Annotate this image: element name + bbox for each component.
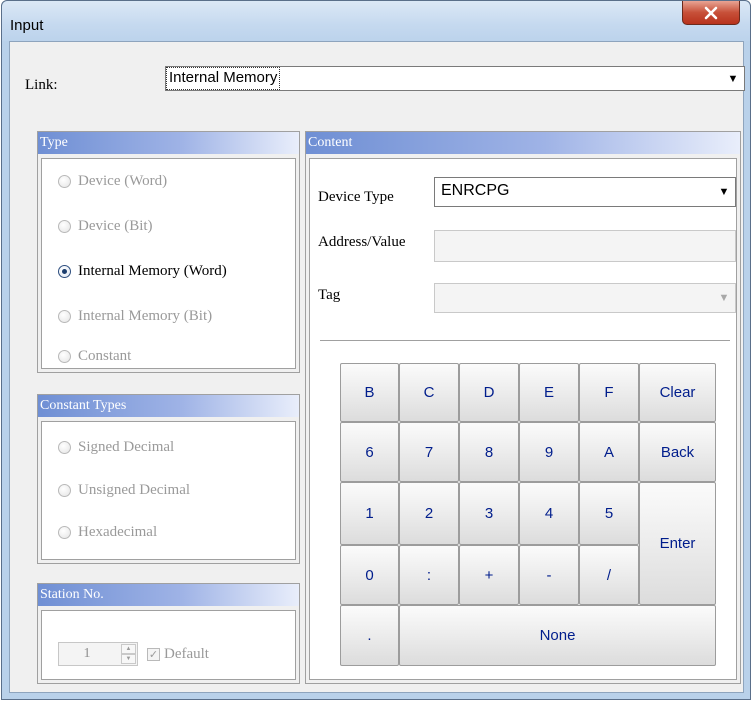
radio-label: Internal Memory (Bit) <box>78 307 213 324</box>
key-dot[interactable]: . <box>340 605 399 666</box>
content-body: Device Type ENRCPG ▼ Address/Value Tag ▼… <box>309 158 737 680</box>
tag-label: Tag <box>318 287 341 303</box>
key-4[interactable]: 4 <box>519 482 579 545</box>
clear-button[interactable]: Clear <box>639 363 716 422</box>
chevron-down-icon: ▼ <box>718 292 730 304</box>
close-button[interactable] <box>682 1 740 25</box>
radio-button <box>58 440 71 454</box>
key-b[interactable]: B <box>340 363 399 422</box>
none-button[interactable]: None <box>399 605 716 666</box>
address-value-label: Address/Value <box>318 234 406 250</box>
keypad-separator <box>320 340 730 341</box>
key-slash[interactable]: / <box>579 545 639 605</box>
link-select[interactable]: Internal Memory ▼ <box>165 66 745 91</box>
key-minus[interactable]: - <box>519 545 579 605</box>
type-group: Type Device (Word) Device (Bit) Internal… <box>37 131 300 373</box>
radio-button-selected <box>58 264 71 278</box>
link-value: Internal Memory <box>165 67 281 90</box>
station-value: 1 <box>83 646 91 661</box>
spin-up-icon[interactable]: ▲ <box>121 644 136 654</box>
radio-button <box>58 349 71 363</box>
content-group: Content Device Type ENRCPG ▼ Address/Val… <box>305 131 741 684</box>
link-label: Link: <box>25 77 58 93</box>
key-c[interactable]: C <box>399 363 459 422</box>
key-6[interactable]: 6 <box>340 422 399 482</box>
station-body: 1 ▲ ▼ ✓ Default <box>41 610 296 680</box>
default-label: Default <box>164 646 209 662</box>
device-type-value: ENRCPG <box>441 182 510 199</box>
radio-signed-decimal[interactable]: Signed Decimal <box>58 437 174 457</box>
key-8[interactable]: 8 <box>459 422 519 482</box>
device-type-select[interactable]: ENRCPG ▼ <box>434 177 736 207</box>
key-colon[interactable]: : <box>399 545 459 605</box>
type-group-body: Device (Word) Device (Bit) Internal Memo… <box>41 158 296 369</box>
radio-device-bit[interactable]: Device (Bit) <box>58 216 153 236</box>
key-a[interactable]: A <box>579 422 639 482</box>
key-d[interactable]: D <box>459 363 519 422</box>
radio-button <box>58 219 71 233</box>
default-checkbox[interactable]: ✓ Default <box>147 646 209 663</box>
radio-device-word[interactable]: Device (Word) <box>58 171 167 191</box>
type-group-header: Type <box>38 132 299 154</box>
enter-button[interactable]: Enter <box>639 482 716 605</box>
radio-label: Signed Decimal <box>78 438 175 455</box>
spin-down-icon[interactable]: ▼ <box>121 654 136 664</box>
key-1[interactable]: 1 <box>340 482 399 545</box>
radio-button <box>58 309 71 323</box>
radio-label: Internal Memory (Word) <box>78 262 227 279</box>
key-f[interactable]: F <box>579 363 639 422</box>
station-group: Station No. 1 ▲ ▼ ✓ Default <box>37 583 300 684</box>
back-button[interactable]: Back <box>639 422 716 482</box>
title-bar: Input <box>2 1 750 41</box>
input-dialog: Input Link: Internal Memory ▼ Type Devic… <box>1 0 751 700</box>
radio-constant[interactable]: Constant <box>58 346 131 366</box>
key-7[interactable]: 7 <box>399 422 459 482</box>
radio-label: Unsigned Decimal <box>78 481 191 498</box>
dialog-client: Link: Internal Memory ▼ Type Device (Wor… <box>9 41 745 693</box>
window-title: Input <box>10 17 44 34</box>
key-2[interactable]: 2 <box>399 482 459 545</box>
radio-button <box>58 174 71 188</box>
chevron-down-icon: ▼ <box>727 72 739 85</box>
radio-unsigned-decimal[interactable]: Unsigned Decimal <box>58 480 190 500</box>
address-value-input[interactable] <box>434 230 736 262</box>
radio-hexadecimal[interactable]: Hexadecimal <box>58 522 157 542</box>
radio-label: Constant <box>78 347 132 364</box>
radio-button <box>58 525 71 539</box>
key-5[interactable]: 5 <box>579 482 639 545</box>
key-9[interactable]: 9 <box>519 422 579 482</box>
constant-types-header: Constant Types <box>38 395 299 417</box>
radio-label: Hexadecimal <box>78 523 158 540</box>
radio-label: Device (Bit) <box>78 217 153 234</box>
check-icon: ✓ <box>147 648 160 661</box>
constant-types-body: Signed Decimal Unsigned Decimal Hexadeci… <box>41 421 296 560</box>
chevron-down-icon: ▼ <box>718 186 730 198</box>
radio-label: Device (Word) <box>78 172 168 189</box>
device-type-label: Device Type <box>318 189 394 205</box>
radio-internal-memory-word[interactable]: Internal Memory (Word) <box>58 261 227 281</box>
radio-button <box>58 483 71 497</box>
key-0[interactable]: 0 <box>340 545 399 605</box>
constant-types-group: Constant Types Signed Decimal Unsigned D… <box>37 394 300 564</box>
tag-select[interactable]: ▼ <box>434 283 736 313</box>
key-plus[interactable]: + <box>459 545 519 605</box>
radio-internal-memory-bit[interactable]: Internal Memory (Bit) <box>58 306 212 326</box>
content-header: Content <box>306 132 740 154</box>
station-spinner[interactable]: 1 ▲ ▼ <box>58 642 138 666</box>
key-3[interactable]: 3 <box>459 482 519 545</box>
close-icon <box>704 6 718 19</box>
station-header: Station No. <box>38 584 299 606</box>
key-e[interactable]: E <box>519 363 579 422</box>
